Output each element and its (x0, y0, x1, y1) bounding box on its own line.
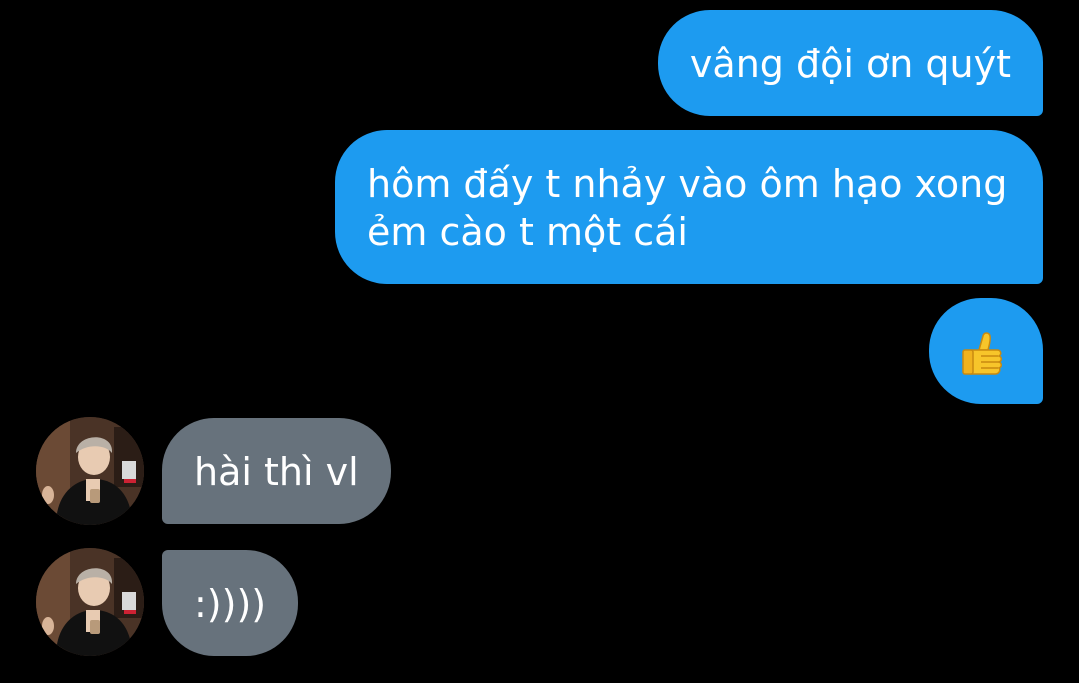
outgoing-emoji-message[interactable] (929, 298, 1043, 404)
message-text: hài thì vl (194, 450, 359, 494)
outgoing-message[interactable]: hôm đấy t nhảy vào ôm hạo xong ẻm cào t … (335, 130, 1043, 284)
incoming-message[interactable]: hài thì vl (162, 418, 391, 524)
thumbs-up-icon (962, 332, 1002, 375)
message-text-line: ẻm cào t một cái (367, 210, 688, 254)
message-thread: vâng đội ơn quýt hôm đấy t nhảy vào ôm h… (0, 0, 1079, 683)
contact-avatar[interactable] (36, 548, 144, 656)
incoming-message[interactable]: :)))) (162, 550, 299, 656)
contact-avatar[interactable] (36, 417, 144, 525)
outgoing-message[interactable]: vâng đội ơn quýt (657, 10, 1043, 116)
contact-photo (36, 417, 144, 525)
message-text: :)))) (194, 582, 267, 626)
contact-photo (36, 548, 144, 656)
message-text: vâng đội ơn quýt (689, 42, 1011, 86)
message-text-line: hôm đấy t nhảy vào ôm hạo xong (367, 162, 1008, 206)
